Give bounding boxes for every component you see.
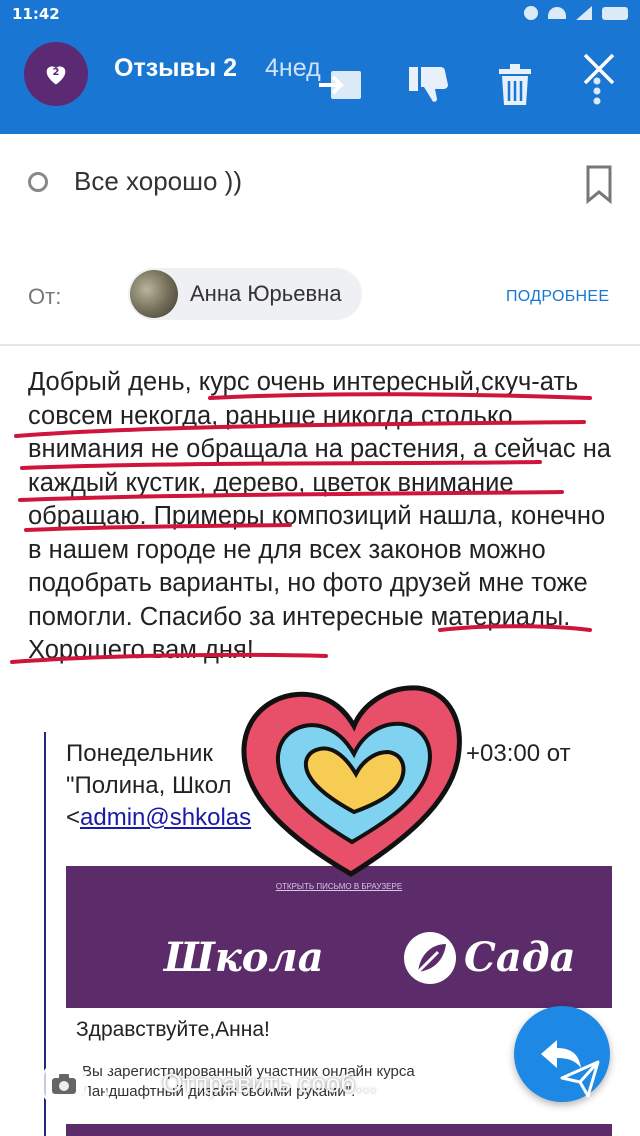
signal-icon	[576, 6, 592, 20]
status-time: 11:42	[12, 5, 60, 23]
camera-button[interactable]	[40, 1060, 88, 1108]
not-useful-button[interactable]	[404, 60, 454, 110]
divider	[0, 344, 640, 346]
details-link[interactable]: ПОДРОБНЕЕ	[506, 288, 609, 306]
reply-input[interactable]: Отправить сооб...	[104, 1054, 582, 1114]
send-icon[interactable]	[558, 1056, 602, 1100]
status-bar: 11:42	[0, 0, 640, 30]
brand-text-right: Сада	[464, 934, 576, 981]
open-in-browser-link[interactable]: ОТКРЫТЬ ПИСЬМО В БРАУЗЕРЕ	[66, 882, 612, 891]
from-row: От: Анна Юрьевна ПОДРОБНЕЕ	[0, 250, 640, 340]
move-to-icon	[319, 71, 361, 99]
sender-chip[interactable]: Анна Юрьевна	[128, 268, 362, 320]
sender-name: Анна Юрьевна	[190, 281, 342, 306]
sender-avatar	[130, 270, 178, 318]
trash-icon	[499, 64, 531, 105]
overflow-menu-icon[interactable]	[592, 76, 602, 106]
folder-avatar[interactable]: 2	[24, 42, 88, 106]
battery-icon	[602, 6, 628, 20]
email-greeting: Здравствуйте,Анна!	[76, 1018, 270, 1041]
reply-placeholder: Отправить сооб...	[162, 1068, 377, 1098]
heart-sticker-icon	[241, 685, 462, 877]
badge-count: 2	[52, 67, 60, 78]
folder-title: Отзывы 2	[114, 54, 238, 82]
bookmark-icon[interactable]	[584, 164, 614, 204]
thumbs-down-icon	[409, 67, 448, 102]
camera-icon	[52, 1074, 76, 1094]
message-subject: Все хорошо ))	[74, 166, 242, 196]
message-age: 4нед	[265, 54, 321, 82]
unread-indicator[interactable]	[28, 172, 48, 192]
subject-row: Все хорошо ))	[0, 134, 640, 234]
brand-text-left: Школа	[164, 934, 324, 981]
alarm-icon	[524, 6, 538, 20]
from-label: От:	[28, 284, 62, 309]
status-icons	[524, 6, 628, 20]
leaf-logo-icon	[404, 932, 456, 984]
newsletter-banner: ОТКРЫТЬ ПИСЬМО В БРАУЗЕРЕ Школа Сада	[66, 866, 612, 1008]
move-to-button[interactable]	[316, 60, 366, 110]
wifi-icon	[548, 7, 566, 19]
email-screen: 11:42 2 Отзывы 2 4нед Все хорошо)) От: …	[0, 0, 640, 1136]
message-body: Добрый день, курс очень интересный,скуч-…	[28, 368, 611, 664]
delete-button[interactable]	[490, 60, 540, 110]
app-bar: 2 Отзывы 2 4нед	[0, 30, 640, 134]
sender-email-link[interactable]: admin@shkolas	[80, 804, 251, 831]
